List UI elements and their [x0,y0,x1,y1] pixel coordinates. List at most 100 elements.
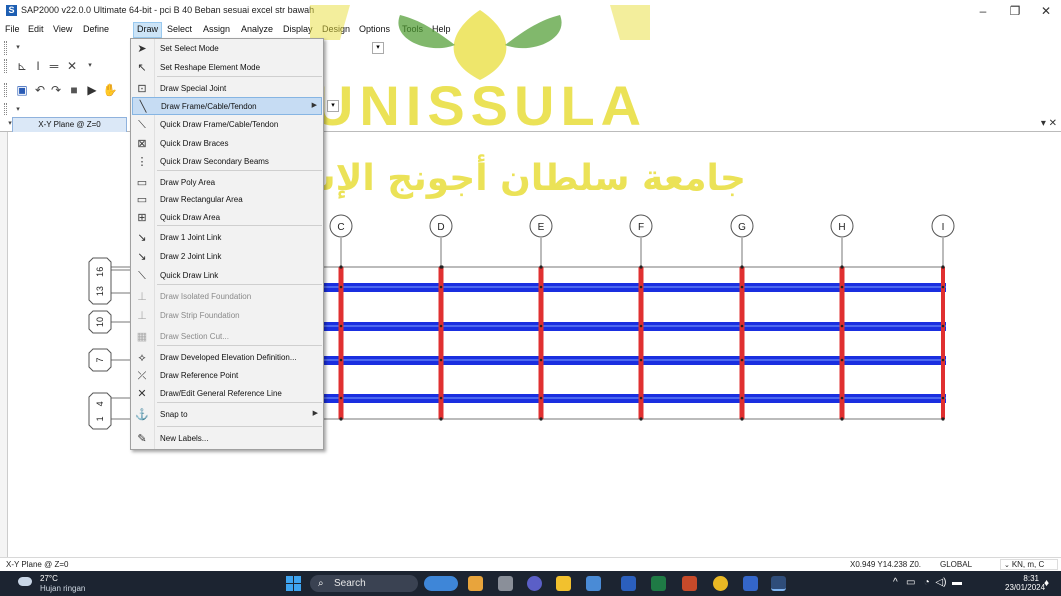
menu-item-quick-draw-secondary-beams[interactable]: ⋮ Quick Draw Secondary Beams [132,153,322,171]
menu-item-draw-reference-point[interactable]: ⤫ Draw Reference Point [132,367,322,385]
menu-draw[interactable]: Draw [133,22,163,38]
menu-item-quick-draw-frame-cable-tendon[interactable]: ⟍ Quick Draw Frame/Cable/Tendon [132,116,322,134]
joint-point [639,285,643,289]
menu-edit[interactable]: Edit [28,24,44,34]
title-bar: S SAP2000 v22.0.0 Ultimate 64-bit - pci … [0,0,1061,22]
column-frame [739,267,745,419]
toolbar-grip[interactable] [4,103,7,117]
menu-analyze[interactable]: Analyze [241,24,273,34]
snap-tool-icon[interactable]: ✕ [64,58,80,74]
menu-help[interactable]: Help [432,24,451,34]
chevron-down-icon: ⌄ [1004,562,1012,569]
column-frame [941,267,945,419]
menu-tools[interactable]: Tools [402,24,423,34]
menu-display[interactable]: Display [283,24,313,34]
system-tray[interactable]: ^ ▭ ◔ ◁) ▬ [893,577,962,588]
left-splitter[interactable] [0,132,8,557]
joint-point [539,358,543,362]
snap-label-icon[interactable]: ⊾ [14,58,30,74]
grid-column-label: G [738,222,746,233]
grid-column-label: D [437,222,444,233]
menu-design[interactable]: Design [322,24,350,34]
taskbar-clock[interactable]: 8:31 23/01/2024 [1005,574,1045,592]
calendar-app-icon[interactable] [586,576,601,591]
menu-item-draw-1-joint-link[interactable]: ↘ Draw 1 Joint Link [132,229,322,247]
search-icon: ⌕ [318,578,324,589]
toolbar-grip[interactable] [4,41,7,55]
maximize-button[interactable]: ❐ [1000,3,1030,19]
start-button[interactable] [286,576,301,591]
taskbar-search[interactable]: ⌕ Search [310,575,418,592]
menu-item-label: Quick Draw Area [160,213,221,222]
menu-view[interactable]: View [53,24,72,34]
redo-icon[interactable]: ↷ [48,82,64,98]
menu-item-draw-frame-cable-tendon[interactable]: ╲ Draw Frame/Cable/Tendon ▶ [132,97,322,115]
grid-row-label: 4 [95,401,105,406]
run-icon[interactable]: ▶ [84,82,100,98]
menu-item-label: Snap to [160,410,188,419]
document-close-icon[interactable]: ▾ ✕ [1041,118,1057,129]
menu-item-quick-draw-link[interactable]: ⟍ Quick Draw Link [132,267,322,285]
revit-icon[interactable] [743,576,758,591]
powerpoint-icon[interactable] [682,576,697,591]
units-selector[interactable]: ⌄ KN, m, C [1000,559,1058,570]
menu-item-draw-2-joint-link[interactable]: ↘ Draw 2 Joint Link [132,248,322,266]
joint-point [339,358,343,362]
menu-item-set-select-mode[interactable]: ➤ Set Select Mode [132,40,322,58]
text-tool-icon[interactable]: I [30,58,46,74]
close-button[interactable]: ✕ [1031,3,1061,19]
toolbar-combo-dropdown[interactable]: ▾ [327,100,339,112]
lock-icon[interactable]: ■ [66,82,82,98]
chrome-icon[interactable] [713,576,728,591]
menu-file[interactable]: File [5,24,20,34]
minimize-button[interactable]: – [968,3,998,19]
menu-item-draw-poly-area[interactable]: ▭ Draw Poly Area [132,174,322,192]
menu-item-new-labels[interactable]: ✎ New Labels... [132,430,322,448]
teams-icon[interactable] [527,576,542,591]
menu-select[interactable]: Select [167,24,192,34]
menu-item-label: Draw Poly Area [160,178,216,187]
widgets-icon[interactable] [468,576,483,591]
coord-system-selector[interactable]: GLOBAL [940,560,972,569]
toolbar-grip[interactable] [4,59,7,73]
sap2000-taskbar-icon[interactable] [771,576,786,591]
toolbar-combo-dropdown[interactable]: ▾ [372,42,384,54]
file-explorer-icon[interactable] [556,576,571,591]
menu-item-quick-draw-braces[interactable]: ⊠ Quick Draw Braces [132,135,322,153]
tab-xy-plane[interactable]: X-Y Plane @ Z=0 [12,117,127,132]
grid-row-label: 1 [95,416,105,421]
search-highlight-icon[interactable] [424,576,458,591]
joint-point [440,265,444,269]
toolbar-dropdown-icon[interactable]: ▾ [10,40,26,56]
menu-item-draw-developed-elevation-definition[interactable]: ⟡ Draw Developed Elevation Definition... [132,349,322,367]
excel-icon[interactable] [651,576,666,591]
menu-item-set-reshape-element-mode[interactable]: ↖ Set Reshape Element Mode [132,59,322,77]
undo-icon[interactable]: ↶ [32,82,48,98]
line-tool-icon[interactable]: ═ [46,58,62,74]
word-icon[interactable] [621,576,636,591]
task-view-icon[interactable] [498,576,513,591]
windows-taskbar: 27°C Hujan ringan ⌕ Search ^ ▭ ◔ ◁) ▬ 8:… [0,571,1061,596]
joint-point [639,265,643,269]
menu-item-draw-edit-general-reference-line[interactable]: ✕ Draw/Edit General Reference Line [132,385,322,403]
weather-description: Hujan ringan [40,584,86,593]
notification-bell-icon[interactable]: ♦ [1044,578,1049,589]
menu-item-draw-rectangular-area[interactable]: ▭ Draw Rectangular Area [132,191,322,209]
toolbar-dropdown-icon[interactable]: ▾ [82,58,98,74]
toolbar-grip[interactable] [4,83,7,97]
menu-define[interactable]: Define [83,24,109,34]
grid-column-label: C [337,222,344,233]
joint-point [639,358,643,362]
grid-row-bubble [88,392,112,430]
menu-options[interactable]: Options [359,24,390,34]
grid-row-label: 16 [95,267,105,277]
menu-assign[interactable]: Assign [203,24,230,34]
save-icon[interactable]: ▣ [14,82,30,98]
window-title: SAP2000 v22.0.0 Ultimate 64-bit - pci B … [21,5,315,15]
menu-item-quick-draw-area[interactable]: ⊞ Quick Draw Area [132,209,322,227]
pan-hand-icon[interactable]: ✋ [102,82,118,98]
joint-point [339,417,343,421]
menu-item-draw-special-joint[interactable]: ⊡ Draw Special Joint [132,80,322,98]
submenu-arrow-icon: ▶ [312,410,318,417]
menu-item-snap-to[interactable]: ⚓ Snap to ▶ [132,406,322,424]
